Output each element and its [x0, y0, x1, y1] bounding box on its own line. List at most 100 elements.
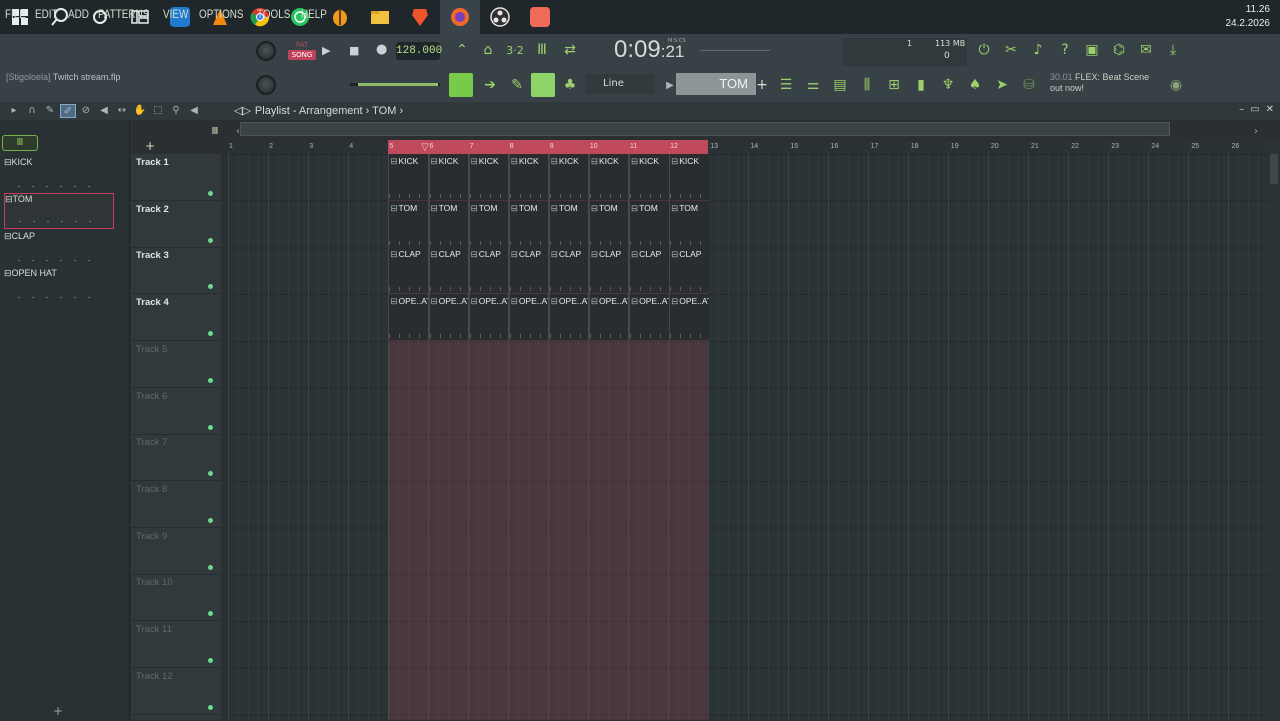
playback-tool-icon[interactable]: ◀: [186, 104, 202, 118]
tempo-tapper-icon[interactable]: ➤: [992, 75, 1012, 95]
cut-icon[interactable]: ✂: [1001, 40, 1021, 60]
track-mute-led[interactable]: [208, 237, 213, 243]
plugin-picker-icon[interactable]: ▮: [911, 75, 931, 95]
pattern-clip[interactable]: ⊟TOM: [388, 200, 428, 247]
track-header[interactable]: Track 7: [131, 434, 221, 482]
chat-icon[interactable]: ✉: [1136, 40, 1156, 60]
tempo-display[interactable]: 128.000: [396, 42, 442, 60]
save-icon[interactable]: ▣: [1082, 40, 1102, 60]
menu-add[interactable]: ADD: [68, 9, 89, 21]
pattern-clip[interactable]: ⊟TOM: [588, 200, 629, 247]
snap-selector[interactable]: Line: [585, 74, 655, 94]
select-tool-icon[interactable]: ⬚: [150, 104, 166, 118]
track-mute-led[interactable]: [208, 658, 213, 663]
track-header[interactable]: Track 6: [131, 388, 221, 435]
pattern-clip[interactable]: ⊟KICK: [508, 154, 549, 200]
pattern-picker-piano-icon[interactable]: Ⅲ: [2, 135, 38, 151]
pattern-clip[interactable]: ⊟OPE..AT: [669, 294, 709, 341]
horizontal-scrollbar[interactable]: [240, 122, 1170, 136]
stop-icon[interactable]: ■: [349, 44, 359, 57]
pattern-clip[interactable]: ⊟KICK: [468, 154, 509, 200]
playlist-grid[interactable]: [228, 154, 1268, 720]
wait-input-icon[interactable]: ⌂: [478, 40, 498, 60]
pat-song-toggle[interactable]: PAT SONG: [288, 40, 316, 62]
pattern-item[interactable]: ⊟OPEN HAT: [4, 268, 114, 304]
pattern-clip[interactable]: ⊟CLAP: [629, 247, 669, 294]
pattern-clip[interactable]: ⊟TOM: [508, 200, 549, 247]
master-pitch-knob[interactable]: [256, 75, 276, 95]
playlist-title-arrows-icon[interactable]: ◁▷: [234, 105, 251, 117]
news-panel[interactable]: 30.01 FLEX: Beat Scene out now!: [1050, 72, 1149, 94]
pattern-clip[interactable]: ⊟CLAP: [468, 247, 509, 294]
link-icon[interactable]: [531, 73, 555, 97]
metronome-icon[interactable]: ⌃: [452, 40, 472, 60]
pattern-clip[interactable]: ⊟CLAP: [508, 247, 549, 294]
burst-app-icon[interactable]: [520, 0, 560, 34]
step-edit-icon[interactable]: Ⅲ: [532, 40, 552, 60]
pattern-clip[interactable]: ⊟TOM: [669, 200, 709, 247]
menu-patterns[interactable]: PATTERNS: [98, 9, 149, 21]
microphone-icon[interactable]: ♪: [1028, 40, 1048, 60]
scroll-right-icon[interactable]: ›: [1246, 121, 1266, 141]
mute-tool-icon[interactable]: ◀: [96, 104, 112, 118]
track-header[interactable]: Track 12: [131, 668, 221, 715]
plugin-icon[interactable]: ⌬: [1109, 40, 1129, 60]
piano-roll-icon[interactable]: ⚌: [803, 75, 823, 95]
menu-view[interactable]: VIEW: [163, 9, 188, 21]
pattern-clip[interactable]: ⊟TOM: [629, 200, 669, 247]
play-icon[interactable]: ▶: [322, 44, 330, 57]
help-icon[interactable]: ?: [1055, 40, 1075, 60]
track-mute-led[interactable]: [208, 191, 213, 196]
plugin-database-icon[interactable]: ♆: [938, 75, 958, 95]
pattern-clip[interactable]: ⊟OPE..AT: [548, 294, 589, 341]
obs-icon[interactable]: [480, 0, 520, 34]
menu-help[interactable]: HELP: [301, 9, 327, 21]
pattern-selector[interactable]: TOM: [676, 73, 756, 95]
file-explorer-icon[interactable]: [360, 0, 400, 34]
slice-tool-icon[interactable]: ✋: [132, 104, 148, 118]
vertical-scroll-thumb[interactable]: [1270, 154, 1278, 184]
pattern-clip[interactable]: ⊟OPE..AT: [588, 294, 629, 341]
pattern-clip[interactable]: ⊟KICK: [588, 154, 629, 200]
shop-icon[interactable]: ⛁: [1019, 75, 1039, 95]
track-mute-led[interactable]: [208, 564, 213, 570]
vertical-scrollbar[interactable]: [1268, 140, 1280, 720]
record-icon[interactable]: ●: [376, 42, 387, 57]
minimize-icon[interactable]: –: [1239, 104, 1244, 115]
pattern-clip[interactable]: ⊟KICK: [548, 154, 589, 200]
pencil-icon[interactable]: ✎: [507, 75, 527, 95]
track-header[interactable]: Track 2: [131, 201, 221, 248]
browser-icon[interactable]: ⊞: [884, 75, 904, 95]
add-pattern-button[interactable]: +: [752, 75, 772, 95]
menu-options[interactable]: OPTIONS: [199, 9, 244, 21]
pattern-clip[interactable]: ⊟OPE..AT: [629, 294, 669, 341]
menu-edit[interactable]: EDIT: [35, 9, 58, 21]
delete-tool-icon[interactable]: ⊘: [78, 104, 94, 118]
slip-tool-icon[interactable]: ↔: [114, 104, 130, 118]
menu-file[interactable]: FILE: [5, 9, 26, 21]
track-header[interactable]: Track 11: [131, 621, 221, 668]
pattern-clip[interactable]: ⊟TOM: [428, 200, 469, 247]
power-icon[interactable]: ⏻: [974, 40, 994, 60]
pattern-clip[interactable]: ⊟CLAP: [669, 247, 709, 294]
track-header[interactable]: Track 10: [131, 574, 221, 622]
track-header[interactable]: Track 8: [131, 481, 221, 528]
loop-record-icon[interactable]: ⇄: [560, 40, 580, 60]
track-mute-led[interactable]: [208, 377, 213, 383]
playlist-icon[interactable]: ☰: [776, 75, 796, 95]
pattern-clip[interactable]: ⊟OPE..AT: [388, 294, 428, 341]
track-mute-led[interactable]: [208, 611, 213, 617]
pattern-item[interactable]: ⊟TOM: [4, 193, 114, 229]
download-icon[interactable]: ⤓: [1163, 40, 1183, 60]
track-mute-led[interactable]: [208, 331, 213, 337]
pattern-clip[interactable]: ⊟KICK: [388, 154, 428, 200]
pattern-item[interactable]: ⊟CLAP: [4, 231, 114, 267]
pattern-clip[interactable]: ⊟CLAP: [588, 247, 629, 294]
add-track-icon[interactable]: +: [140, 136, 160, 156]
paint-tool-icon[interactable]: ✐: [60, 104, 76, 118]
pattern-clip[interactable]: ⊟KICK: [629, 154, 669, 200]
playlist-arrow-icon[interactable]: ▸: [6, 104, 22, 118]
arrow-right-icon[interactable]: ➔: [480, 75, 500, 95]
pattern-clip[interactable]: ⊟CLAP: [428, 247, 469, 294]
brave-icon[interactable]: [400, 0, 440, 34]
